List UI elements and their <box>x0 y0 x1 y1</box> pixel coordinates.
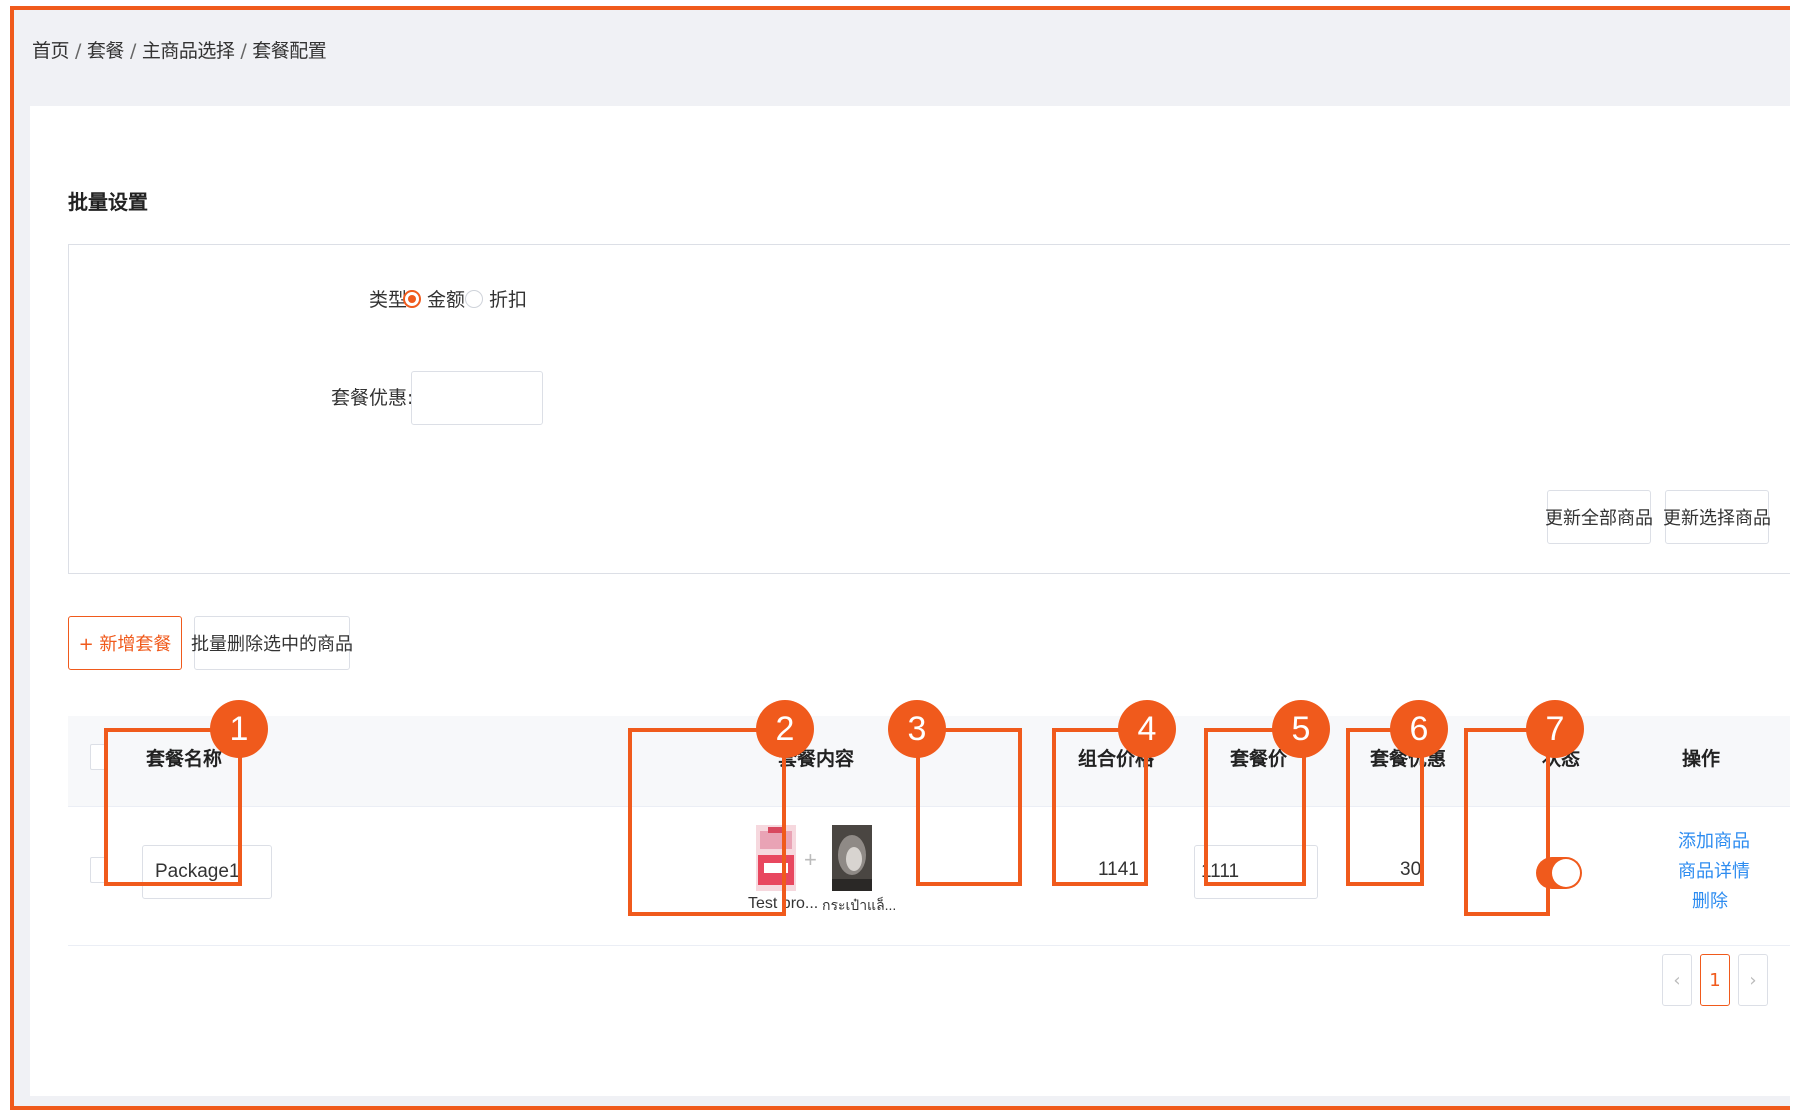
callout-box-2 <box>628 728 786 916</box>
batch-delete-button[interactable]: 批量删除选中的商品 <box>191 616 353 670</box>
pagination-next[interactable]: › <box>1738 954 1768 1006</box>
update-selected-button[interactable]: 更新选择商品 <box>1663 490 1771 544</box>
content-plus-sign: + <box>804 847 817 872</box>
callout-badge-4: 4 <box>1118 700 1176 758</box>
callout-badge-6: 6 <box>1390 700 1448 758</box>
breadcrumb-current: 套餐配置 <box>252 40 327 62</box>
package-discount-input[interactable] <box>411 371 543 425</box>
breadcrumb-package[interactable]: 套餐 <box>87 40 125 62</box>
radio-amount-label[interactable]: 金额 <box>427 285 465 312</box>
product-thumbnail-2 <box>832 825 872 891</box>
breadcrumb-main-product[interactable]: 主商品选择 <box>142 40 235 62</box>
col-actions: 操作 <box>1682 748 1721 770</box>
batch-settings-panel: 类型: 金额 折扣 套餐优惠: 更新全部商品 更新选择商品 <box>68 244 1790 574</box>
pagination-prev[interactable]: ‹ <box>1662 954 1692 1006</box>
main-card: 批量设置 类型: 金额 折扣 套餐优惠: 更新全部商品 更新选择商品 + 新增套… <box>30 106 1790 1096</box>
radio-amount[interactable] <box>403 290 421 308</box>
radio-discount[interactable] <box>465 290 483 308</box>
callout-box-7 <box>1464 728 1550 916</box>
callout-badge-1: 1 <box>210 700 268 758</box>
callout-badge-3: 3 <box>888 700 946 758</box>
status-toggle-knob <box>1552 859 1580 887</box>
update-all-button[interactable]: 更新全部商品 <box>1545 490 1653 544</box>
screenshot-frame: 首页 / 套餐 / 主商品选择 / 套餐配置 批量设置 类型: 金额 折扣 套餐优惠: 更新… <box>10 6 1790 1110</box>
delete-link[interactable]: 删除 <box>1692 887 1728 913</box>
batch-settings-title: 批量设置 <box>68 190 148 214</box>
breadcrumb: 首页 / 套餐 / 主商品选择 / 套餐配置 <box>32 40 327 62</box>
radio-discount-label[interactable]: 折扣 <box>489 285 527 312</box>
add-product-link[interactable]: 添加商品 <box>1678 827 1750 853</box>
product-detail-link[interactable]: 商品详情 <box>1678 857 1750 883</box>
callout-badge-2: 2 <box>756 700 814 758</box>
callout-badge-5: 5 <box>1272 700 1330 758</box>
breadcrumb-home[interactable]: 首页 <box>32 40 70 62</box>
add-package-button[interactable]: + 新增套餐 <box>68 616 182 670</box>
package-discount-label: 套餐优惠: <box>331 387 414 409</box>
content-item-2: กระเป๋าแล็... <box>822 897 897 913</box>
pagination-page-1[interactable]: 1 <box>1700 954 1730 1006</box>
callout-badge-7: 7 <box>1526 700 1584 758</box>
